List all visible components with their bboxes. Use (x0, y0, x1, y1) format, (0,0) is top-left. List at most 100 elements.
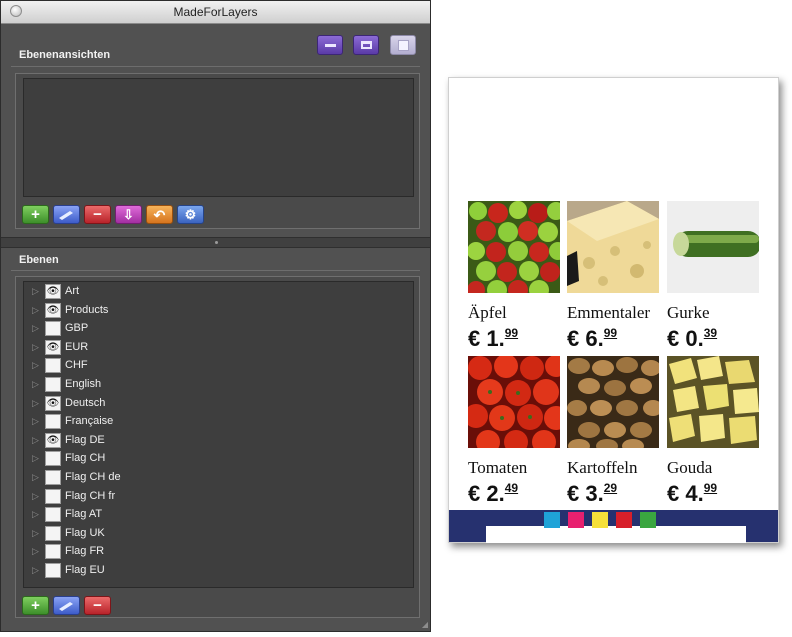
delete-view-button[interactable]: − (84, 205, 111, 224)
layer-row[interactable]: ▷ Flag CH (32, 450, 402, 468)
add-icon: + (31, 597, 40, 614)
panel-splitter[interactable] (1, 237, 430, 248)
layer-row[interactable]: ▷ Flag FR (32, 543, 402, 561)
price-cents: 29 (603, 481, 618, 495)
layer-row[interactable]: ▷ Française (32, 413, 402, 431)
price-whole: 4. (685, 481, 704, 506)
expand-triangle-icon[interactable]: ▷ (32, 398, 39, 408)
visibility-toggle[interactable] (45, 488, 61, 504)
visibility-toggle[interactable] (45, 470, 61, 485)
merge-down-button[interactable]: ⇩ (115, 205, 142, 224)
layer-row[interactable]: ▷ 👁 Products (32, 302, 402, 320)
expand-triangle-icon[interactable]: ▷ (32, 473, 39, 482)
product-price: € 6.99 (567, 326, 617, 352)
price-cents: 99 (603, 326, 618, 340)
delete-layer-button[interactable]: − (84, 596, 111, 615)
layer-row[interactable]: ▷ Flag CH de (32, 469, 402, 487)
expand-triangle-icon[interactable]: ▷ (32, 528, 39, 538)
currency: € (567, 326, 580, 351)
settings-gear-icon: ⚙ (184, 207, 197, 222)
expand-triangle-icon[interactable]: ▷ (32, 417, 39, 426)
layer-name: Flag CH de (65, 471, 121, 483)
visibility-toggle[interactable] (45, 544, 61, 560)
layer-name: EUR (65, 340, 89, 353)
layer-row[interactable]: ▷ GBP (32, 320, 402, 338)
document-page: Äpfel € 1.99 Emmentaler € 6.99 Gurke € 0… (448, 77, 779, 543)
expand-triangle-icon[interactable]: ▷ (32, 566, 39, 575)
currency: € (667, 326, 680, 351)
expand-triangle-icon[interactable]: ▷ (32, 454, 39, 463)
layer-row[interactable]: ▷ 👁 Art (32, 283, 402, 301)
layer-name: GBP (65, 322, 89, 335)
expand-triangle-icon[interactable]: ▷ (32, 305, 39, 315)
visibility-toggle[interactable] (45, 507, 61, 523)
eye-icon[interactable]: 👁 (45, 284, 61, 299)
minimize-button[interactable] (317, 35, 343, 55)
expand-triangle-icon[interactable]: ▷ (32, 491, 39, 501)
visibility-toggle[interactable] (45, 414, 61, 430)
eye-icon[interactable]: 👁 (45, 395, 61, 411)
add-icon: + (31, 206, 40, 223)
visibility-toggle[interactable] (45, 451, 61, 467)
layer-row[interactable]: ▷ 👁 Flag DE (32, 432, 402, 450)
layer-name: Française (65, 415, 114, 428)
price-whole: 0. (685, 326, 704, 351)
layer-row[interactable]: ▷ Flag EU (32, 562, 402, 580)
add-layer-button[interactable]: + (22, 596, 49, 615)
minimize-icon (325, 44, 336, 47)
save-button[interactable] (390, 35, 416, 55)
window-titlebar[interactable]: MadeForLayers (1, 1, 430, 24)
layer-row[interactable]: ▷ 👁 Deutsch (32, 395, 402, 413)
edit-icon (59, 211, 73, 220)
visibility-toggle[interactable] (45, 525, 61, 541)
cucumber-photo (667, 201, 759, 293)
layer-row[interactable]: ▷ Flag AT (32, 506, 402, 524)
expand-triangle-icon[interactable]: ▷ (32, 380, 39, 389)
expand-triangle-icon[interactable]: ▷ (32, 342, 39, 352)
layer-name: Flag EU (65, 564, 105, 576)
layer-row[interactable]: ▷ 👁 EUR (32, 339, 402, 357)
color-swatch (616, 512, 632, 528)
expand-triangle-icon[interactable]: ▷ (32, 510, 39, 519)
resize-grip-icon[interactable]: ◢ (422, 620, 428, 629)
edit-view-button[interactable] (53, 205, 80, 224)
currency: € (468, 481, 481, 506)
product-price: € 1.99 (468, 326, 518, 352)
potatoes-photo (567, 356, 659, 448)
price-whole: 1. (486, 326, 505, 351)
views-list[interactable] (23, 78, 414, 197)
edit-layer-button[interactable] (53, 596, 80, 615)
layer-row[interactable]: ▷ Flag UK (32, 525, 402, 543)
save-icon (398, 40, 409, 51)
visibility-toggle[interactable] (45, 321, 61, 337)
add-view-button[interactable]: + (22, 205, 49, 224)
price-cents: 99 (504, 326, 519, 340)
layer-name: Flag CH fr (65, 489, 116, 502)
eye-icon[interactable]: 👁 (45, 339, 61, 355)
delete-icon: − (93, 597, 102, 614)
currency: € (468, 326, 481, 351)
price-cents: 99 (703, 481, 718, 495)
visibility-toggle[interactable] (45, 563, 61, 578)
visibility-toggle[interactable] (45, 377, 61, 392)
layer-row[interactable]: ▷ CHF (32, 357, 402, 375)
eye-icon[interactable]: 👁 (45, 302, 61, 318)
expand-triangle-icon[interactable]: ▷ (32, 287, 39, 296)
window-button[interactable] (353, 35, 379, 55)
expand-triangle-icon[interactable]: ▷ (32, 547, 39, 556)
eye-icon[interactable]: 👁 (45, 432, 61, 448)
expand-triangle-icon[interactable]: ▷ (32, 435, 39, 445)
product-name: Gurke (667, 303, 710, 322)
price-whole: 3. (585, 481, 604, 506)
product-name: Emmentaler (567, 303, 651, 322)
expand-triangle-icon[interactable]: ▷ (32, 361, 39, 370)
product-price: € 4.99 (667, 481, 717, 507)
expand-triangle-icon[interactable]: ▷ (32, 324, 39, 333)
delete-icon: − (93, 206, 102, 223)
layer-row[interactable]: ▷ Flag CH fr (32, 488, 402, 506)
settings-button[interactable]: ⚙ (177, 205, 204, 224)
emmental-cheese-photo (567, 201, 659, 293)
undo-button[interactable]: ↶ (146, 205, 173, 224)
layer-row[interactable]: ▷ English (32, 376, 402, 394)
visibility-toggle[interactable] (45, 358, 61, 374)
